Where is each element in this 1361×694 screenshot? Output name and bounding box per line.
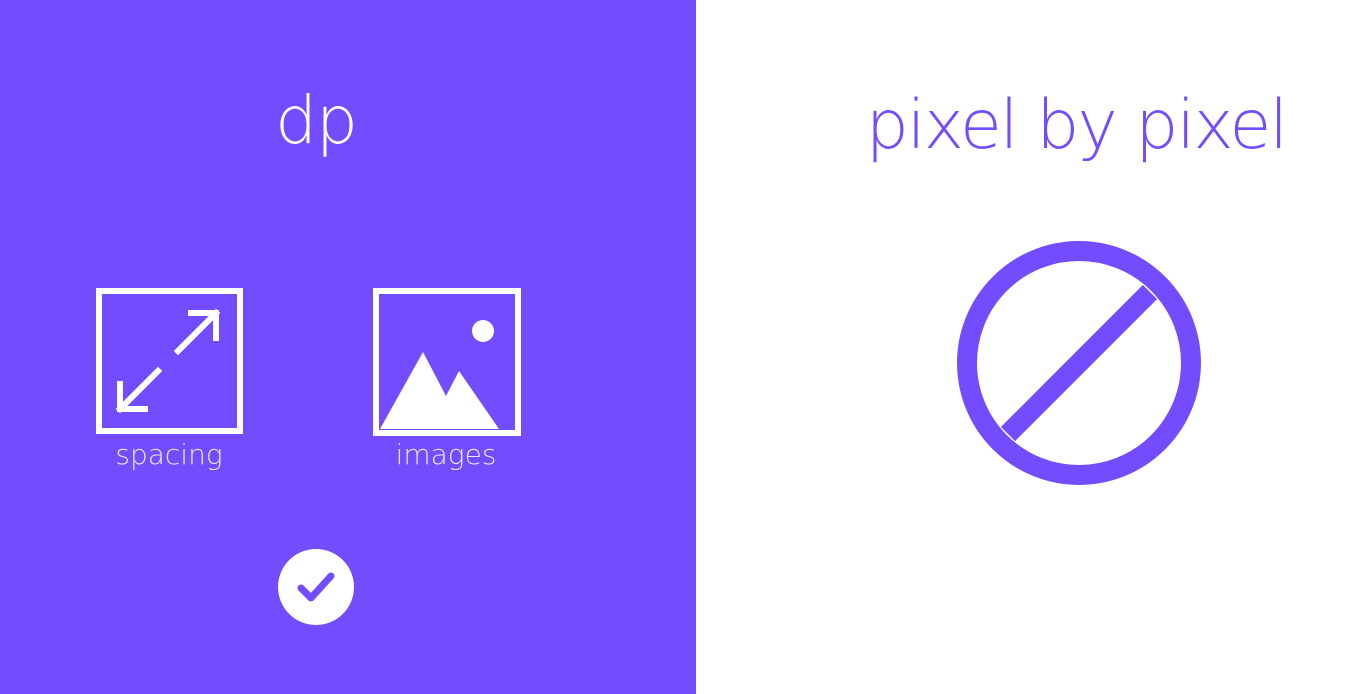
spacing-label: spacing [115,438,223,471]
images-label: images [395,438,497,471]
resize-arrows-icon [96,288,243,434]
pixel-by-pixel-title: pixel by pixel [865,86,1289,165]
dp-panel: dp spacing images [0,0,696,694]
image-mountain-icon [373,288,521,436]
prohibited-icon [957,241,1201,485]
slide: dp spacing images pixel by pixel [0,0,1361,694]
dp-title: dp [275,82,358,159]
check-circle-icon [278,549,354,625]
